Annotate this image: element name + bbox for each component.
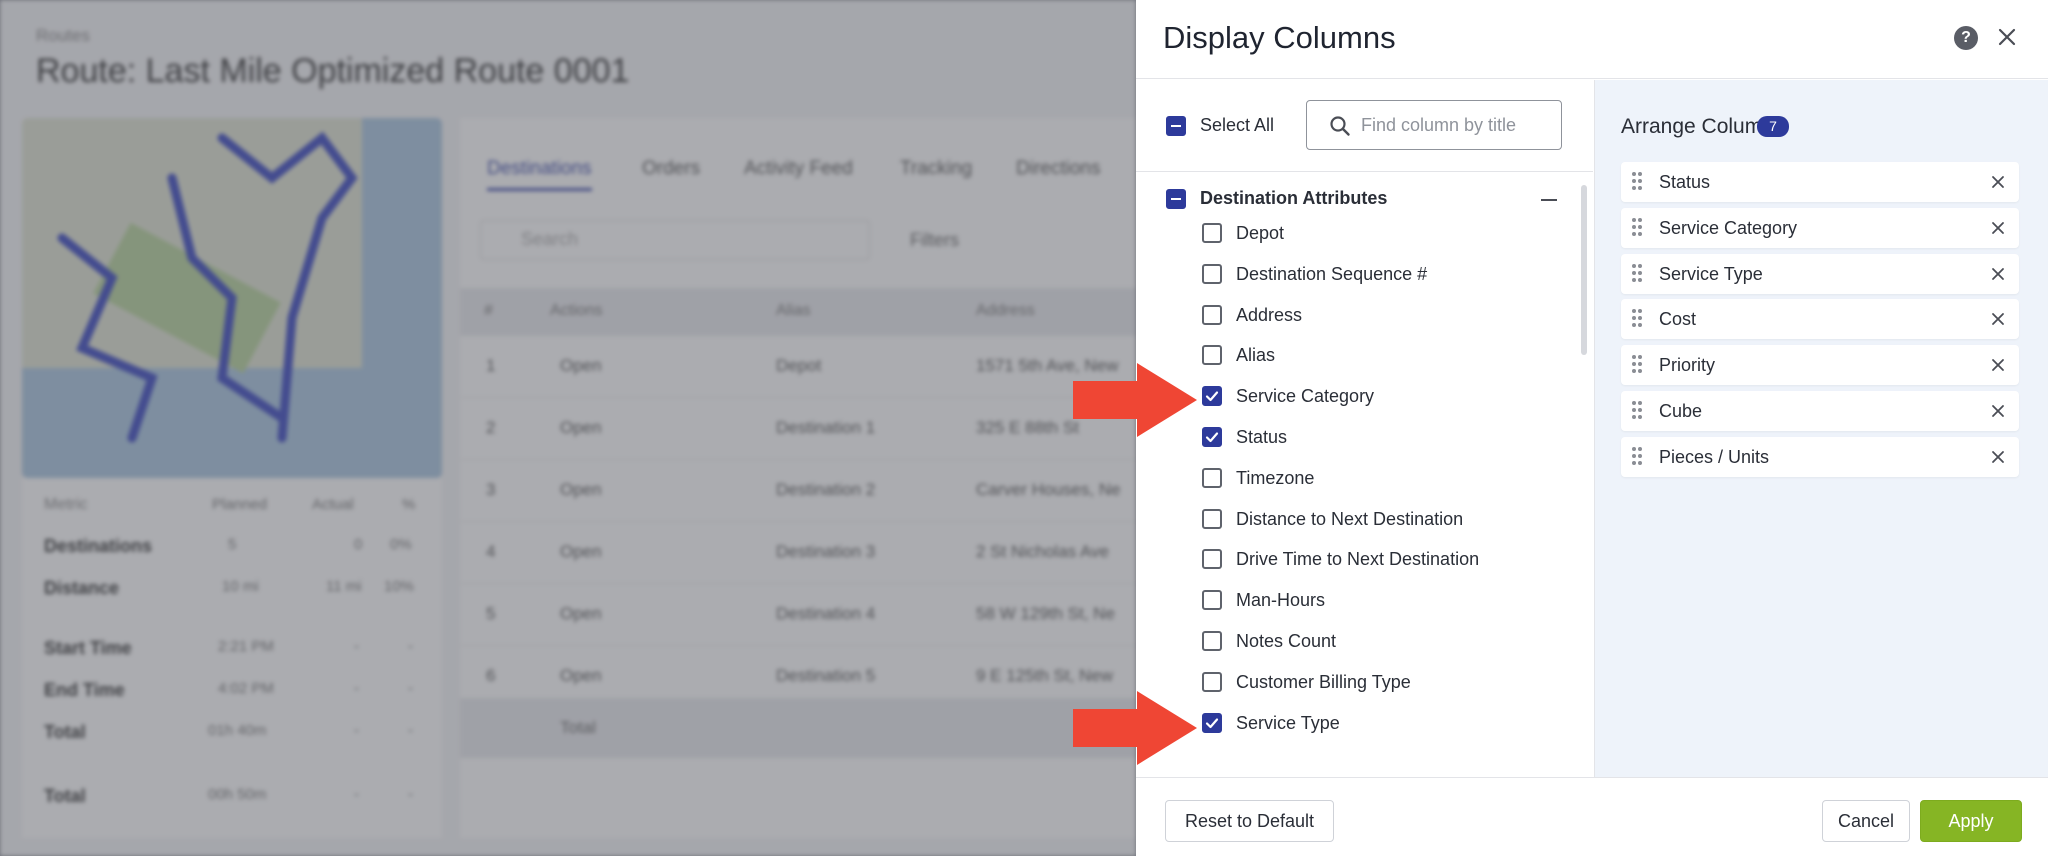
column-option-service-category[interactable]: Service Category — [1136, 376, 1576, 416]
column-checkbox[interactable] — [1202, 631, 1222, 651]
remove-column-icon[interactable] — [1991, 175, 2005, 189]
apply-button[interactable]: Apply — [1920, 800, 2022, 842]
select-all-checkbox[interactable] — [1166, 116, 1186, 136]
column-option-service-type[interactable]: Service Type — [1136, 703, 1576, 743]
column-checkbox[interactable] — [1202, 467, 1222, 488]
arranged-column-label: Priority — [1659, 355, 1716, 376]
close-icon[interactable] — [1992, 22, 2022, 52]
column-checkbox[interactable] — [1202, 427, 1222, 447]
arranged-column-label: Cost — [1659, 309, 1697, 330]
group-destination-attributes[interactable]: Destination Attributes — [1136, 173, 1593, 213]
drag-handle-icon[interactable] — [1632, 401, 1644, 421]
drawer-footer: Reset to Default Cancel Apply — [1136, 777, 2048, 856]
selected-count-badge: 7 — [1757, 116, 1789, 137]
remove-column-icon[interactable] — [1991, 267, 2005, 281]
find-column-search[interactable] — [1306, 100, 1562, 150]
column-option-drive-time-to-next-destination[interactable]: Drive Time to Next Destination — [1136, 539, 1576, 579]
arranged-column-label: Service Type — [1659, 263, 1763, 284]
column-checkbox[interactable] — [1202, 386, 1222, 407]
column-option-customer-billing-type[interactable]: Customer Billing Type — [1136, 662, 1576, 702]
remove-column-icon[interactable] — [1991, 312, 2005, 326]
select-all-label[interactable]: Select All — [1200, 115, 1274, 136]
arranged-column-label: Cube — [1659, 401, 1703, 421]
arranged-column-service-category[interactable]: Service Category — [1621, 207, 2019, 248]
modal-backdrop[interactable] — [0, 0, 1136, 856]
arranged-column-cost[interactable]: Cost — [1621, 299, 2019, 340]
column-option-depot[interactable]: Depot — [1136, 213, 1576, 253]
arrange-columns-panel: Arrange Columns 7 Status Service Category… — [1594, 80, 2048, 777]
select-all-bar: Select All — [1136, 80, 1593, 172]
drawer-title: Display Columns — [1163, 20, 1396, 55]
group-label: Destination Attributes — [1200, 188, 1388, 208]
drag-handle-icon[interactable] — [1632, 309, 1644, 329]
checkmark-icon — [1205, 432, 1219, 443]
column-checkbox[interactable] — [1202, 304, 1222, 325]
column-option-label: Man-Hours — [1236, 590, 1326, 611]
drag-handle-icon[interactable] — [1632, 263, 1644, 284]
column-option-label: Timezone — [1236, 467, 1315, 488]
column-checkbox[interactable] — [1202, 508, 1222, 529]
remove-column-icon[interactable] — [1991, 404, 2005, 418]
collapse-icon[interactable] — [1540, 191, 1558, 209]
column-option-distance-to-next-destination[interactable]: Distance to Next Destination — [1136, 499, 1576, 539]
column-option-label: Drive Time to Next Destination — [1236, 549, 1480, 570]
remove-column-icon[interactable] — [1991, 450, 2005, 464]
column-checkbox[interactable] — [1202, 712, 1222, 733]
list-scrollbar[interactable] — [1581, 185, 1587, 355]
column-checkbox[interactable] — [1202, 263, 1222, 284]
remove-column-icon[interactable] — [1991, 221, 2005, 235]
column-option-label: Notes Count — [1236, 631, 1337, 651]
arranged-column-pieces-units[interactable]: Pieces / Units — [1621, 436, 2019, 477]
cancel-button[interactable]: Cancel — [1822, 800, 1910, 842]
help-icon[interactable]: ? — [1954, 26, 1978, 50]
column-option-timezone[interactable]: Timezone — [1136, 458, 1576, 498]
column-checkbox[interactable] — [1202, 590, 1222, 611]
column-option-label: Service Category — [1236, 386, 1375, 407]
arranged-column-status[interactable]: Status — [1621, 162, 2019, 202]
column-option-label: Distance to Next Destination — [1236, 508, 1464, 529]
column-option-label: Alias — [1236, 345, 1276, 366]
column-option-man-hours[interactable]: Man-Hours — [1136, 580, 1576, 620]
column-option-label: Depot — [1236, 223, 1285, 243]
search-icon — [1330, 116, 1350, 136]
column-checkbox[interactable] — [1202, 671, 1222, 692]
column-checkbox[interactable] — [1202, 549, 1222, 570]
column-option-label: Address — [1236, 304, 1303, 325]
arranged-column-label: Status — [1659, 172, 1711, 192]
annotation-arrow-icon — [1073, 691, 1197, 765]
display-columns-drawer: Display Columns ? Select All Destination… — [1136, 0, 2048, 856]
drag-handle-icon[interactable] — [1632, 217, 1644, 238]
column-option-alias[interactable]: Alias — [1136, 335, 1576, 375]
reset-to-default-button[interactable]: Reset to Default — [1165, 800, 1334, 842]
column-option-label: Customer Billing Type — [1236, 671, 1411, 692]
column-option-address[interactable]: Address — [1136, 295, 1576, 335]
arranged-column-service-type[interactable]: Service Type — [1621, 253, 2019, 294]
column-option-notes-count[interactable]: Notes Count — [1136, 621, 1576, 661]
arranged-column-cube[interactable]: Cube — [1621, 391, 2019, 431]
column-option-status[interactable]: Status — [1136, 417, 1576, 457]
arranged-column-label: Service Category — [1659, 217, 1798, 238]
column-option-label: Service Type — [1236, 712, 1340, 733]
drag-handle-icon[interactable] — [1632, 446, 1644, 467]
checkmark-icon — [1205, 717, 1219, 728]
column-option-destination-sequence[interactable]: Destination Sequence # — [1136, 254, 1576, 294]
drag-handle-icon[interactable] — [1632, 355, 1644, 375]
arranged-column-priority[interactable]: Priority — [1621, 345, 2019, 386]
column-checkbox[interactable] — [1202, 223, 1222, 243]
arranged-column-label: Pieces / Units — [1659, 446, 1770, 467]
annotation-arrow-icon — [1073, 363, 1197, 437]
column-option-label: Status — [1236, 427, 1288, 447]
find-column-input[interactable] — [1361, 113, 1551, 137]
column-list: Destination Attributes Depot Destination … — [1136, 173, 1593, 777]
available-columns: Select All Destination Attributes DepotD… — [1136, 80, 1593, 777]
remove-column-icon[interactable] — [1991, 358, 2005, 372]
column-option-label: Destination Sequence # — [1236, 263, 1428, 284]
drawer-header: Display Columns ? — [1136, 0, 2048, 79]
drag-handle-icon[interactable] — [1632, 172, 1644, 192]
group-checkbox[interactable] — [1166, 189, 1186, 209]
checkmark-icon — [1205, 391, 1219, 402]
column-checkbox[interactable] — [1202, 345, 1222, 366]
